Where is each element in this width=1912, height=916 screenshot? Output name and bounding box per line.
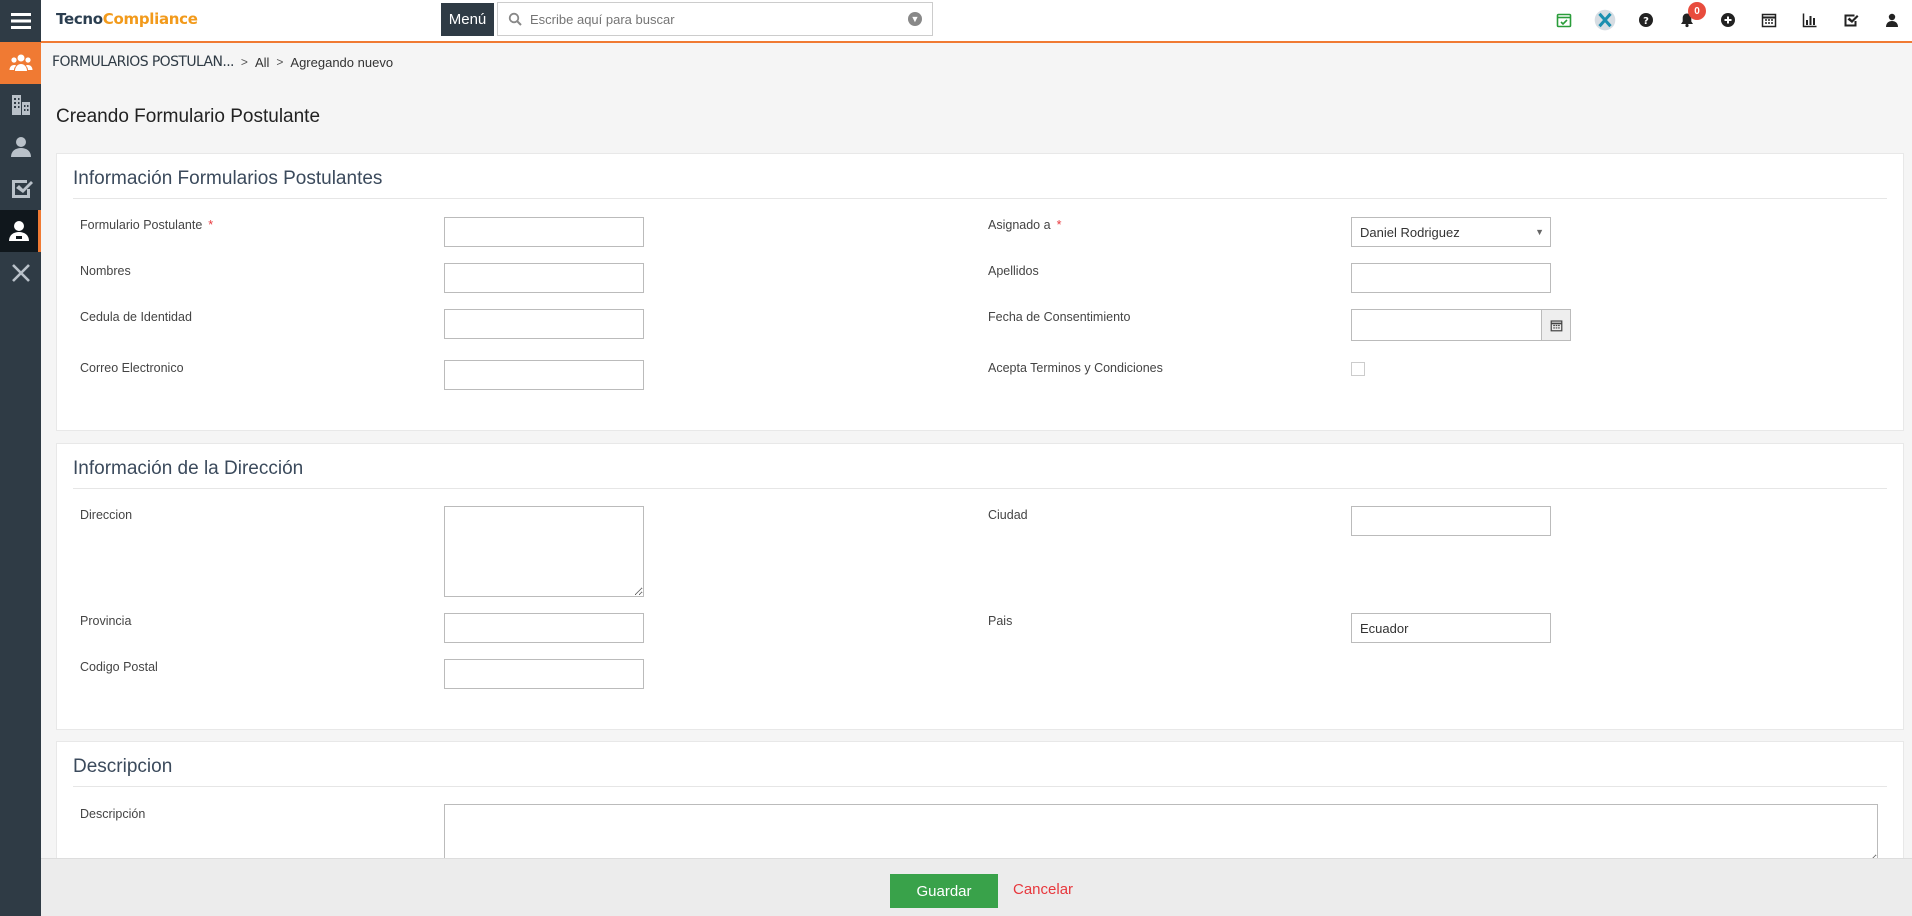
- sidebar: [0, 0, 41, 916]
- cancel-link[interactable]: Cancelar: [1013, 881, 1073, 898]
- cedula-input[interactable]: [444, 309, 644, 339]
- sidebar-item-groups[interactable]: [0, 42, 41, 84]
- codigo-postal-label: Codigo Postal: [80, 660, 158, 674]
- nombres-label: Nombres: [80, 264, 131, 278]
- sidebar-item-close[interactable]: [0, 252, 41, 294]
- app-switcher-button[interactable]: [1584, 0, 1625, 40]
- provincia-label: Provincia: [80, 614, 132, 628]
- ciudad-label: Ciudad: [988, 508, 1028, 522]
- direccion-textarea[interactable]: [444, 506, 644, 597]
- help-button[interactable]: ?: [1625, 0, 1666, 40]
- chevron-right-icon: >: [276, 55, 284, 69]
- panel-applicant-info: Información Formularios Postulantes Form…: [56, 153, 1904, 431]
- search-input[interactable]: [530, 11, 908, 27]
- breadcrumb-all[interactable]: All: [255, 55, 269, 70]
- direccion-label: Direccion: [80, 508, 133, 522]
- building-icon: [11, 95, 30, 115]
- sidebar-item-buildings[interactable]: [0, 84, 41, 126]
- user-profile-button[interactable]: [1871, 0, 1912, 40]
- acepta-label: Acepta Terminos y Condiciones: [988, 361, 1163, 375]
- calendar-check-icon: [1556, 13, 1571, 28]
- correo-input[interactable]: [444, 360, 644, 390]
- global-search: ▼: [497, 2, 933, 36]
- checkbox-icon: [11, 180, 33, 198]
- sidebar-item-tasks[interactable]: [0, 168, 41, 210]
- panel-title: Información de la Dirección: [73, 458, 1887, 489]
- search-icon: [508, 12, 522, 26]
- nombres-input[interactable]: [444, 263, 644, 293]
- breadcrumb-current: Agregando nuevo: [290, 54, 394, 70]
- calendar-icon: [1761, 13, 1776, 28]
- reports-button[interactable]: [1789, 0, 1830, 40]
- acepta-checkbox[interactable]: [1351, 362, 1365, 376]
- pais-input[interactable]: [1351, 613, 1551, 643]
- save-button[interactable]: Guardar: [890, 874, 998, 908]
- user-icon: [10, 137, 31, 157]
- close-icon: [11, 264, 30, 282]
- bar-chart-icon: [1802, 13, 1816, 28]
- topbar: TecnoCompliance Menú ▼ ? 0: [41, 0, 1912, 43]
- panel-title: Información Formularios Postulantes: [73, 168, 1887, 199]
- menu-button[interactable]: Menú: [441, 3, 494, 36]
- brand-logo[interactable]: TecnoCompliance: [56, 10, 198, 28]
- chevron-down-icon[interactable]: ▼: [908, 12, 922, 26]
- date-picker-button[interactable]: [1541, 309, 1571, 341]
- descripcion-textarea[interactable]: [444, 804, 1878, 864]
- formulario-input[interactable]: [444, 217, 644, 247]
- provincia-input[interactable]: [444, 613, 644, 643]
- checkbox-icon: [1844, 14, 1858, 27]
- apellidos-input[interactable]: [1351, 263, 1551, 293]
- action-footer: Guardar Cancelar: [41, 858, 1912, 916]
- hamburger-menu-button[interactable]: [0, 0, 41, 42]
- sidebar-item-applicants[interactable]: [0, 210, 41, 252]
- page-title: Creando Formulario Postulante: [56, 106, 321, 127]
- user-badge-icon: [9, 221, 29, 241]
- svg-text:?: ?: [1643, 16, 1649, 27]
- calendar-button[interactable]: [1748, 0, 1789, 40]
- chevron-right-icon: >: [240, 55, 248, 69]
- create-button[interactable]: [1707, 0, 1748, 40]
- panel-address-info: Información de la Dirección Direccion Pr…: [56, 443, 1904, 730]
- asignado-select[interactable]: Daniel Rodriguez ▼: [1351, 217, 1551, 247]
- formulario-label: Formulario Postulante *: [80, 218, 214, 232]
- top-icons: ? 0: [1543, 0, 1912, 40]
- breadcrumb-module[interactable]: FORMULARIOS POSTULAN...: [52, 54, 235, 70]
- ciudad-input[interactable]: [1351, 506, 1551, 536]
- user-icon: [1885, 13, 1898, 27]
- breadcrumb: FORMULARIOS POSTULAN... > All > Agregand…: [52, 54, 393, 70]
- pais-label: Pais: [988, 614, 1013, 628]
- fecha-input[interactable]: [1351, 309, 1551, 341]
- hamburger-icon: [10, 13, 31, 29]
- sidebar-item-contacts[interactable]: [0, 126, 41, 168]
- notifications-button[interactable]: 0: [1666, 0, 1707, 40]
- app-logo-icon: [1594, 9, 1615, 31]
- calendar-icon: [1550, 319, 1562, 331]
- calendar-check-button[interactable]: [1543, 0, 1584, 40]
- cedula-label: Cedula de Identidad: [80, 310, 192, 324]
- users-group-icon: [9, 54, 32, 71]
- question-icon: ?: [1638, 13, 1653, 27]
- fecha-label: Fecha de Consentimiento: [988, 310, 1131, 324]
- panel-title: Descripcion: [73, 756, 1887, 787]
- codigo-postal-input[interactable]: [444, 659, 644, 689]
- correo-label: Correo Electronico: [80, 361, 184, 375]
- plus-circle-icon: [1720, 13, 1735, 27]
- dropdown-arrow-icon: ▼: [1535, 227, 1544, 237]
- required-marker: *: [1056, 218, 1062, 232]
- descripcion-label: Descripción: [80, 807, 146, 821]
- apellidos-label: Apellidos: [988, 264, 1039, 278]
- required-marker: *: [208, 218, 214, 232]
- notification-badge: 0: [1688, 2, 1706, 20]
- asignado-label: Asignado a *: [988, 218, 1062, 232]
- tasks-button[interactable]: [1830, 0, 1871, 40]
